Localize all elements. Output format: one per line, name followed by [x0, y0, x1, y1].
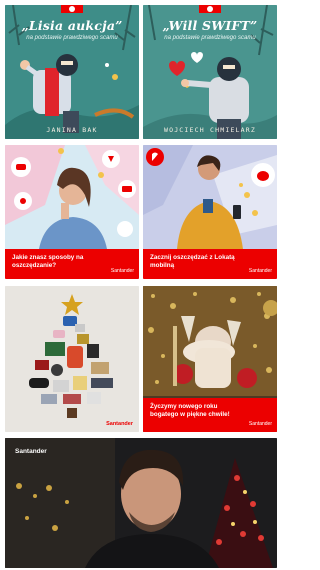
caption-text: Jakie znasz sposoby na oszczędzanie? — [12, 254, 84, 269]
brand-label: Santander — [106, 421, 133, 427]
story-title: „Lisia aukcja” — [21, 18, 123, 33]
story-author: JANINA BAK — [46, 126, 98, 134]
caption-banner: Zacznij oszczędzać z Lokatą mobilną Sant… — [143, 249, 277, 279]
story-author: WOJCIECH CHMIELARZ — [163, 126, 257, 134]
caption-banner: Życzymy nowego roku bogatego w piękne ch… — [143, 398, 277, 432]
post-tile-lisia-aukcja[interactable]: „Lisia aukcja” na podstawie prawdziwego … — [5, 5, 139, 139]
post-tile-gift-tree[interactable]: Santander — [5, 286, 139, 432]
story-subtitle: na podstawie prawdziwego scamu — [164, 35, 256, 41]
post-tile-will-swift[interactable]: „Will SWIFT” na podstawie prawdziwego sc… — [143, 5, 277, 139]
brand-label: Santander — [248, 421, 272, 427]
post-tile-savings-ideas[interactable]: Jakie znasz sposoby na oszczędzanie? San… — [5, 145, 139, 279]
brand-ribbon — [199, 5, 221, 13]
brand-ribbon — [61, 5, 83, 13]
photo-man-portrait — [5, 438, 277, 568]
caption-text: Życzymy nowego roku bogatego w piękne ch… — [150, 403, 230, 418]
brand-label: Santander — [15, 448, 47, 455]
caption-text: Zacznij oszczędzać z Lokatą mobilną — [150, 254, 235, 269]
post-tile-mobile-deposit[interactable]: Zacznij oszczędzać z Lokatą mobilną Sant… — [143, 145, 277, 279]
caption-banner: Jakie znasz sposoby na oszczędzanie? San… — [5, 249, 139, 279]
brand-label: Santander — [248, 268, 272, 274]
brand-label: Santander — [110, 268, 134, 274]
story-subtitle: na podstawie prawdziwego scamu — [26, 35, 118, 41]
post-tile-video-spokesperson[interactable]: Santander — [5, 438, 277, 568]
post-tile-new-year-wishes[interactable]: Życzymy nowego roku bogatego w piękne ch… — [143, 286, 277, 432]
story-title: „Will SWIFT” — [162, 18, 258, 33]
illustration-gift-christmas-tree — [5, 286, 139, 432]
